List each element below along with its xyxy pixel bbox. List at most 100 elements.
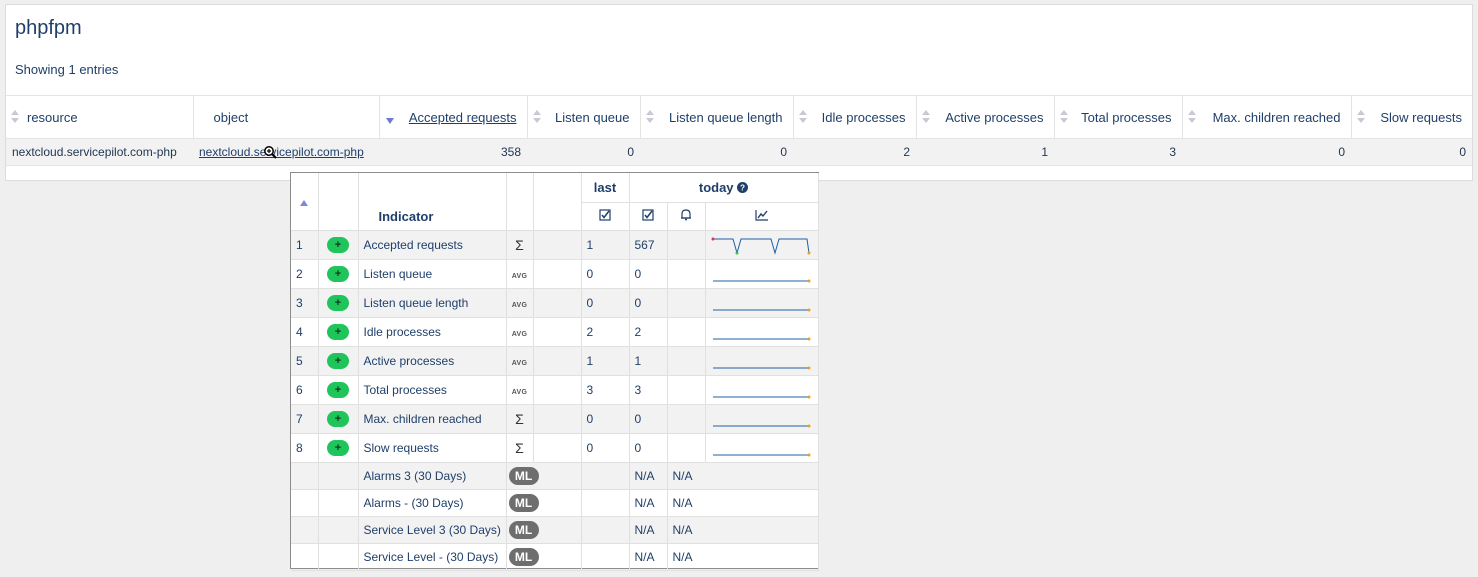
summary-value-1: N/A — [629, 462, 668, 490]
cell-active-processes: 1 — [916, 138, 1054, 166]
object-link[interactable]: nextcloud.servicepilot.com-php — [199, 145, 364, 159]
indicator-agg: AVG — [506, 346, 534, 376]
indicator-name: Listen queue length — [358, 288, 507, 318]
sparkline-start-point — [711, 237, 714, 240]
indicator-row[interactable]: 6 + Total processes AVG 3 3 — [291, 375, 819, 405]
indicator-agg: AVG — [506, 259, 534, 289]
indicator-sparkline[interactable] — [705, 288, 819, 318]
cell-object: nextcloud.servicepilot.com-php — [193, 138, 379, 166]
indicator-name: Listen queue — [358, 259, 507, 289]
help-circle-icon[interactable]: ? — [737, 181, 749, 193]
add-indicator-button[interactable]: + — [327, 236, 349, 253]
add-indicator-button[interactable]: + — [327, 381, 349, 398]
sort-desc-icon — [385, 118, 394, 124]
indicator-row[interactable]: 7 + Max. children reached Σ 0 0 — [291, 404, 819, 434]
indicator-sparkline[interactable] — [705, 346, 819, 376]
summary-plus-cell — [318, 489, 359, 517]
indicator-badge-cell — [533, 404, 582, 434]
indicator-row[interactable]: 4 + Idle processes AVG 2 2 — [291, 317, 819, 347]
sparkline-end-point — [807, 453, 810, 456]
column-header-active-processes[interactable]: Active processes — [916, 95, 1055, 139]
indicator-table: Indicator last today ? 1 + Accepted requ… — [291, 173, 819, 571]
popup-sort-header[interactable] — [291, 173, 319, 231]
indicator-today: 2 — [629, 317, 668, 347]
summary-badge-cell: ML — [506, 489, 582, 517]
column-header-total-processes[interactable]: Total processes — [1054, 95, 1183, 139]
column-header-listen-queue[interactable]: Listen queue — [527, 95, 641, 139]
indicator-plus-cell: + — [318, 230, 359, 260]
sum-icon: Σ — [515, 236, 524, 253]
indicator-row[interactable]: 8 + Slow requests Σ 0 0 — [291, 433, 819, 463]
indicator-sparkline[interactable] — [705, 317, 819, 347]
sparkline-chart — [712, 424, 810, 427]
table-row: nextcloud.servicepilot.com-php nextcloud… — [6, 138, 1472, 166]
column-header-listen-queue-length[interactable]: Listen queue length — [640, 95, 794, 139]
checkbox-checked-icon — [599, 208, 611, 221]
cell-accepted-requests: 358 — [379, 138, 527, 166]
sort-icon — [532, 110, 541, 124]
line-chart-icon — [754, 209, 768, 221]
indicator-sparkline[interactable] — [705, 433, 819, 463]
indicator-row[interactable]: 1 + Accepted requests Σ 1 567 — [291, 230, 819, 260]
summary-row[interactable]: Service Level - (30 Days) ML N/A N/A — [291, 543, 819, 571]
ml-badge[interactable]: ML — [508, 466, 539, 485]
sparkline-chart — [712, 308, 810, 311]
summary-row[interactable]: Alarms - (30 Days) ML N/A N/A — [291, 489, 819, 517]
summary-last — [581, 462, 630, 490]
indicator-agg: Σ — [506, 404, 534, 434]
ml-badge[interactable]: ML — [508, 547, 539, 566]
add-indicator-button[interactable]: + — [327, 323, 349, 340]
summary-row[interactable]: Alarms 3 (30 Days) ML N/A N/A — [291, 462, 819, 490]
indicator-row[interactable]: 2 + Listen queue AVG 0 0 — [291, 259, 819, 289]
summary-last — [581, 489, 630, 517]
avg-icon: AVG — [511, 330, 528, 338]
indicator-last: 1 — [581, 346, 630, 376]
summary-badge-cell: ML — [506, 543, 582, 571]
indicator-sparkline[interactable] — [705, 230, 819, 260]
indicator-num: 3 — [291, 288, 319, 318]
indicator-name: Total processes — [358, 375, 507, 405]
add-indicator-button[interactable]: + — [327, 352, 349, 369]
column-header-object[interactable]: object — [193, 95, 380, 139]
indicator-row[interactable]: 5 + Active processes AVG 1 1 — [291, 346, 819, 376]
indicator-sparkline[interactable] — [705, 404, 819, 434]
indicator-name: Max. children reached — [358, 404, 507, 434]
popup-header-row-1: Indicator last today ? — [291, 173, 819, 231]
svg-text:?: ? — [740, 183, 745, 192]
cell-total-processes: 3 — [1054, 138, 1182, 166]
sparkline-chart — [712, 366, 810, 369]
column-header-slow-requests[interactable]: Slow requests — [1351, 95, 1472, 139]
indicator-today: 1 — [629, 346, 668, 376]
ml-badge[interactable]: ML — [508, 520, 539, 539]
indicator-today: 3 — [629, 375, 668, 405]
add-indicator-button[interactable]: + — [327, 410, 349, 427]
indicator-sparkline[interactable] — [705, 259, 819, 289]
add-indicator-button[interactable]: + — [327, 294, 349, 311]
indicator-sparkline[interactable] — [705, 375, 819, 405]
indicator-agg: Σ — [506, 433, 534, 463]
add-indicator-button[interactable]: + — [327, 439, 349, 456]
indicator-badge-cell — [533, 433, 582, 463]
column-header-resource[interactable]: resource — [6, 95, 194, 139]
indicator-today: 0 — [629, 288, 668, 318]
indicator-agg: AVG — [506, 288, 534, 318]
indicator-last: 3 — [581, 375, 630, 405]
indicator-plus-cell: + — [318, 346, 359, 376]
last-header: last — [581, 173, 630, 203]
summary-value-1: N/A — [629, 543, 668, 571]
popup-agg-header — [506, 173, 534, 231]
summary-row[interactable]: Service Level 3 (30 Days) ML N/A N/A — [291, 516, 819, 544]
column-header-idle-processes[interactable]: Idle processes — [793, 95, 917, 139]
add-indicator-button[interactable]: + — [327, 265, 349, 282]
sort-icon — [11, 110, 19, 124]
indicator-last: 1 — [581, 230, 630, 260]
sort-icon — [921, 110, 930, 124]
indicator-row[interactable]: 3 + Listen queue length AVG 0 0 — [291, 288, 819, 318]
today-check-header — [629, 202, 668, 231]
column-header-max-children-reached[interactable]: Max. children reached — [1182, 95, 1352, 139]
indicator-name: Slow requests — [358, 433, 507, 463]
ml-badge[interactable]: ML — [508, 493, 539, 512]
indicator-last: 0 — [581, 259, 630, 289]
last-check-header — [581, 202, 630, 231]
column-header-accepted-requests[interactable]: Accepted requests — [379, 95, 528, 139]
